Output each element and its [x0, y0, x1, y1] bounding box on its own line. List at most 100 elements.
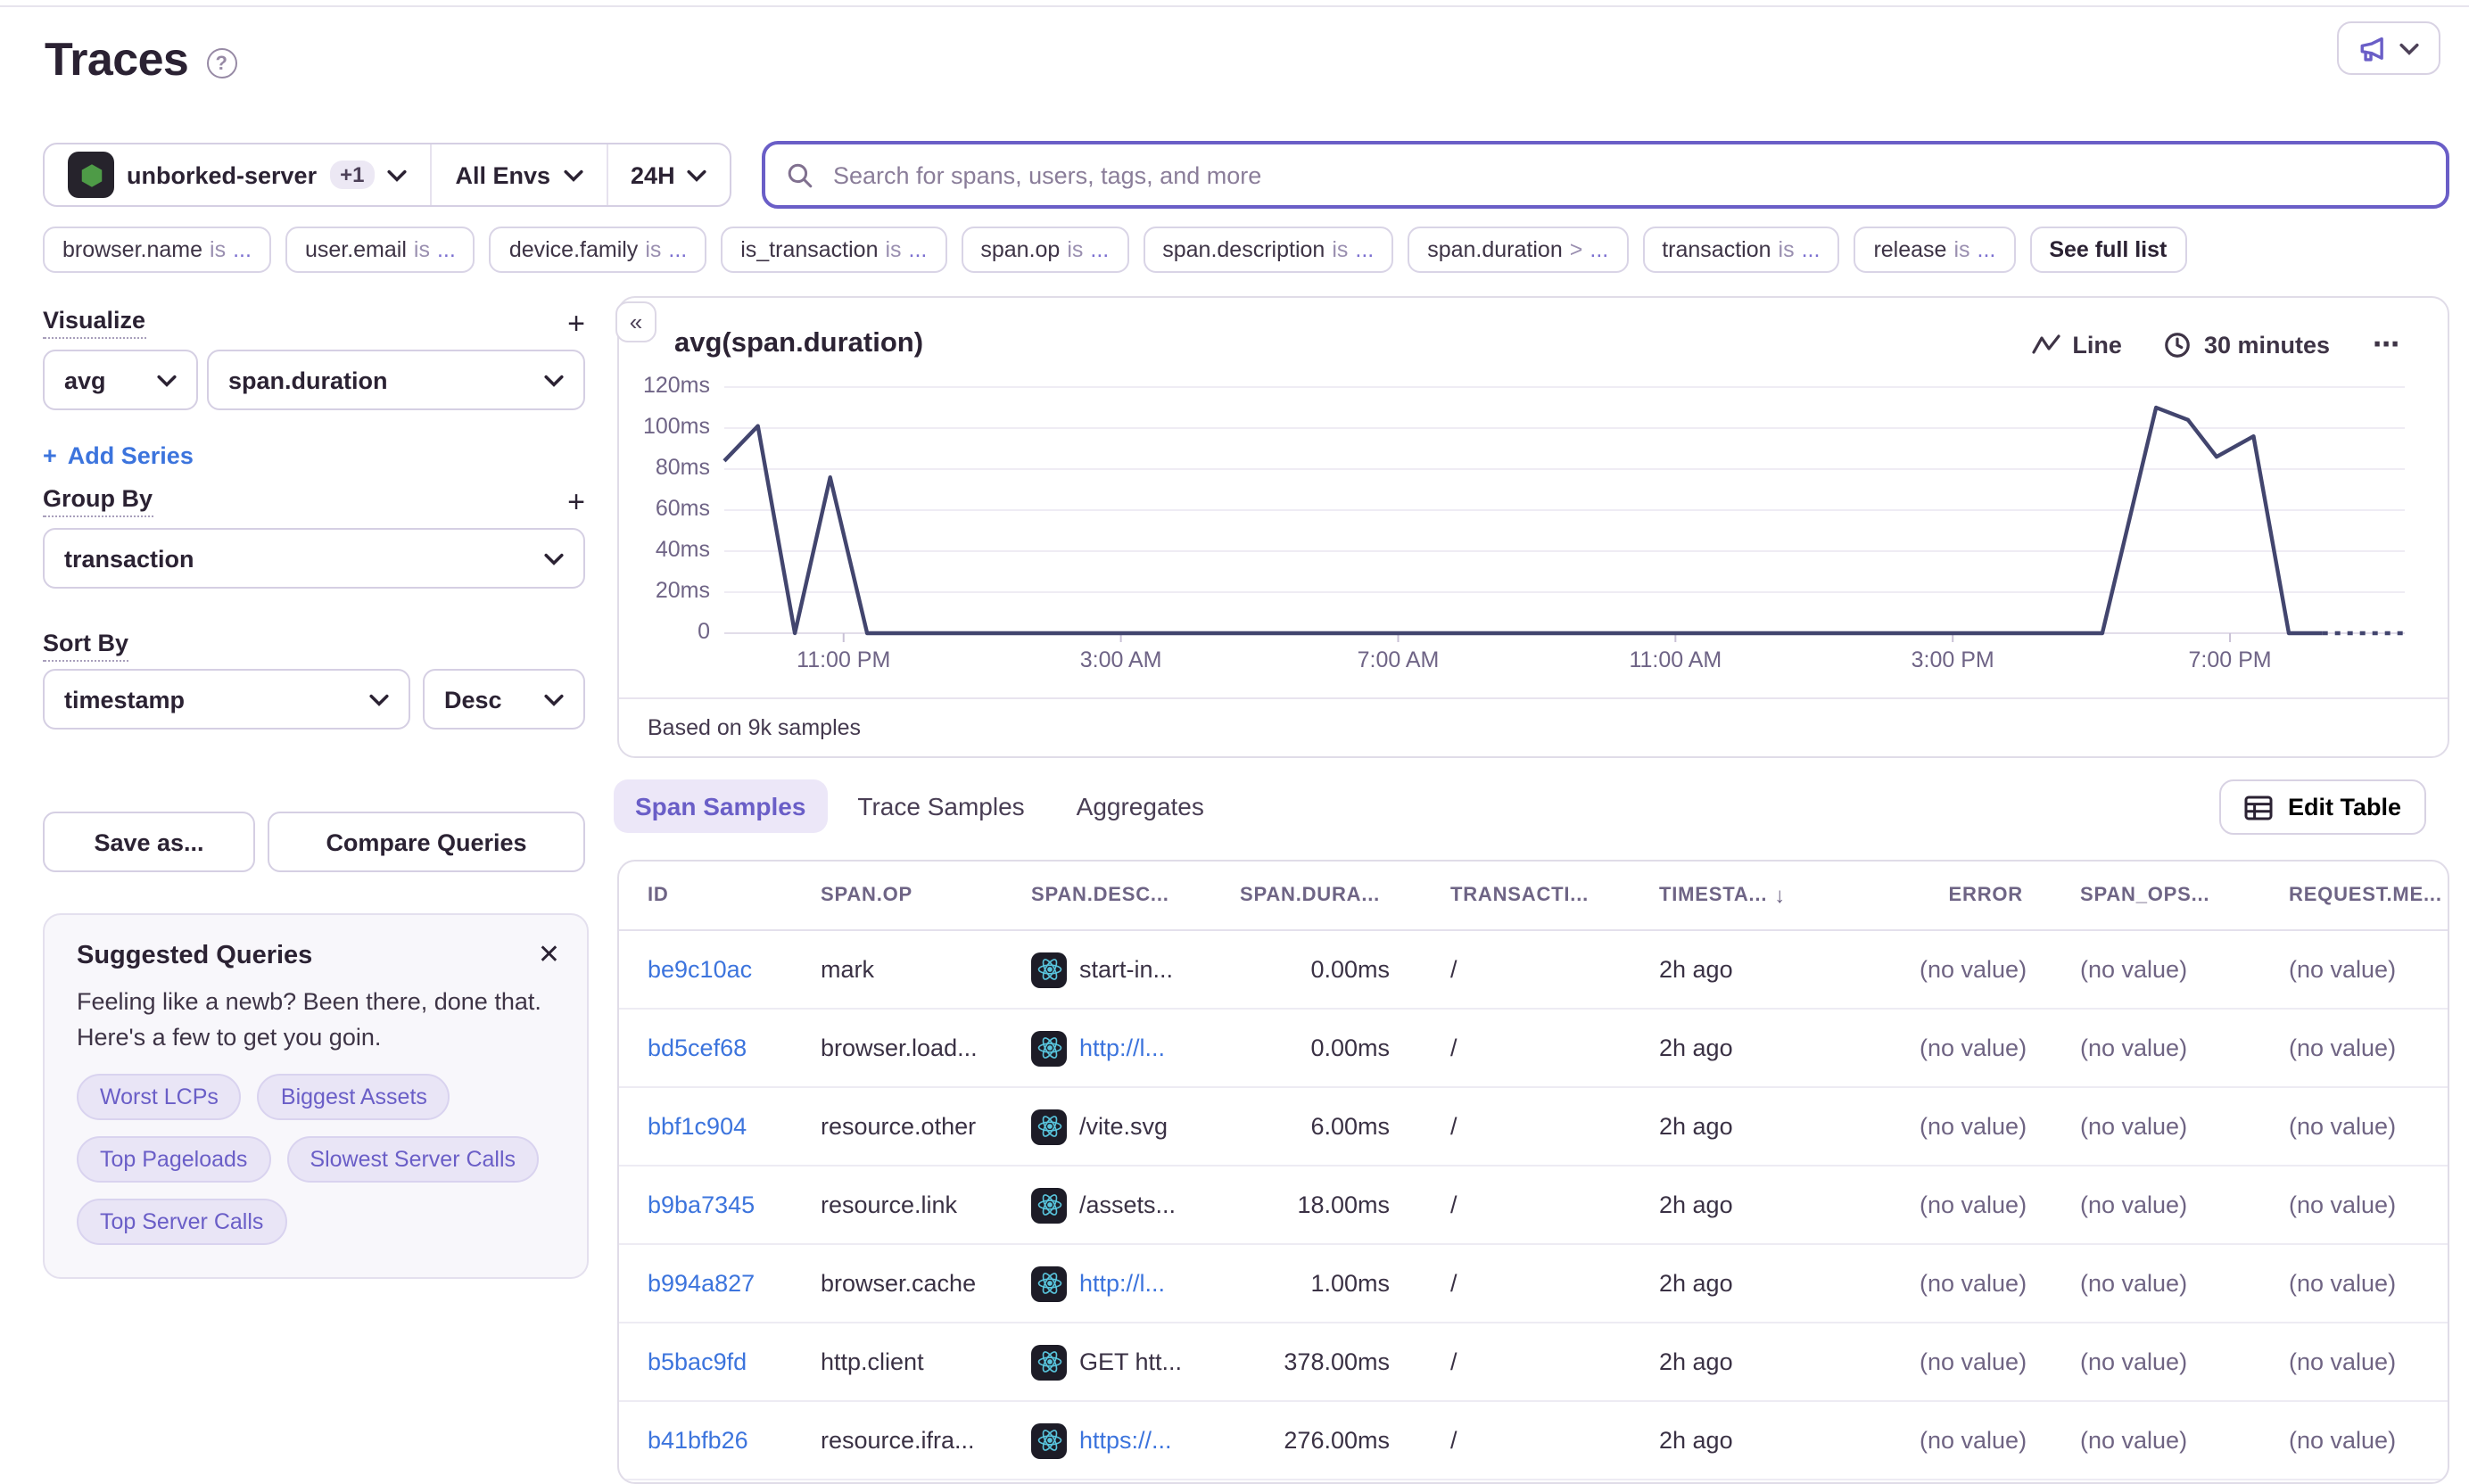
timestamp[interactable]: 2h ago — [1659, 1348, 1733, 1375]
sort-field-select[interactable]: timestamp — [43, 669, 410, 730]
timestamp[interactable]: 2h ago — [1659, 1191, 1733, 1218]
query-sidebar: Visualize + avg span.duration + Add Seri… — [43, 307, 585, 1279]
filter-chip[interactable]: device.family is ... — [490, 227, 706, 273]
chart-type-toggle[interactable]: Line — [2031, 331, 2122, 358]
search-bar[interactable] — [762, 141, 2449, 209]
x-axis-label: 7:00 PM — [2150, 647, 2310, 672]
y-axis-label: 0 — [698, 619, 710, 644]
span-id-link[interactable]: b994a827 — [648, 1270, 755, 1297]
tab-span-samples[interactable]: Span Samples — [614, 779, 827, 833]
span-description[interactable]: https://... — [1079, 1427, 1172, 1454]
column-header[interactable]: ERROR — [1891, 885, 2052, 906]
filter-chip[interactable]: browser.name is ... — [43, 227, 271, 273]
sample-count-note: Based on 9k samples — [619, 697, 2448, 756]
group-by-label: Group By — [43, 485, 153, 517]
filter-chip[interactable]: transaction is ... — [1642, 227, 1839, 273]
aggregate-select[interactable]: avg — [43, 350, 198, 410]
filter-chip[interactable]: release is ... — [1854, 227, 2015, 273]
add-visualize-icon[interactable]: + — [567, 308, 585, 338]
results-tabs: Span SamplesTrace SamplesAggregates — [614, 779, 1226, 833]
save-as-button[interactable]: Save as... — [43, 812, 255, 872]
span-samples-table: ID SPAN.OP SPAN.DESC... SPAN.DURA... TRA… — [617, 860, 2449, 1484]
table-header-row: ID SPAN.OP SPAN.DESC... SPAN.DURA... TRA… — [619, 862, 2448, 931]
span-id-link[interactable]: bd5cef68 — [648, 1035, 747, 1061]
suggested-query-chip[interactable]: Top Server Calls — [77, 1199, 286, 1245]
help-icon[interactable]: ? — [206, 48, 236, 78]
table-row-bbf1c904: bbf1c904 resource.other /vite.svg 6.00ms… — [619, 1088, 2448, 1167]
span-description[interactable]: /assets... — [1079, 1191, 1176, 1218]
y-axis-label: 40ms — [656, 537, 710, 562]
column-header[interactable]: SPAN.DESC... — [1003, 885, 1211, 906]
group-by-select[interactable]: transaction — [43, 528, 585, 589]
add-series-button[interactable]: + Add Series — [43, 439, 585, 471]
column-header[interactable]: ID — [619, 885, 792, 906]
span-id-link[interactable]: be9c10ac — [648, 956, 752, 983]
span-description[interactable]: /vite.svg — [1079, 1113, 1168, 1140]
filter-chip[interactable]: is_transaction is ... — [721, 227, 946, 273]
project-name: unborked-server — [127, 161, 317, 188]
x-axis-label: 3:00 AM — [1041, 647, 1201, 672]
x-axis-label: 7:00 AM — [1317, 647, 1478, 672]
column-header[interactable]: SPAN.OP — [792, 885, 1003, 906]
span-description[interactable]: http://l... — [1079, 1270, 1165, 1297]
whats-new-button[interactable] — [2337, 21, 2440, 75]
timestamp[interactable]: 2h ago — [1659, 1035, 1733, 1061]
suggested-query-chip[interactable]: Top Pageloads — [77, 1136, 270, 1183]
tab-trace-samples[interactable]: Trace Samples — [836, 779, 1045, 833]
timestamp[interactable]: 2h ago — [1659, 956, 1733, 983]
span-id-link[interactable]: b9ba7345 — [648, 1191, 755, 1218]
column-header[interactable]: SPAN.DURA... — [1211, 885, 1422, 906]
chart-title: avg(span.duration) — [674, 328, 923, 360]
edit-table-button[interactable]: Edit Table — [2220, 779, 2426, 835]
table-row-b994a827: b994a827 browser.cache http://l... 1.00m… — [619, 1245, 2448, 1323]
project-selector[interactable]: unborked-server +1 — [45, 144, 430, 205]
filter-chip[interactable]: span.op is ... — [961, 227, 1128, 273]
y-axis-label: 120ms — [643, 373, 710, 398]
suggested-query-chip[interactable]: Biggest Assets — [258, 1074, 450, 1120]
chart-legend: Line 30 minutes ⋯ — [2031, 328, 2401, 360]
sort-direction-select[interactable]: Desc — [423, 669, 585, 730]
search-input[interactable] — [830, 160, 2424, 190]
chart-menu-button[interactable]: ⋯ — [2373, 328, 2401, 360]
chevron-down-icon — [544, 693, 564, 705]
timestamp[interactable]: 2h ago — [1659, 1113, 1733, 1140]
span-id-link[interactable]: b5bac9fd — [648, 1348, 747, 1375]
column-header[interactable]: TRANSACTI... — [1422, 885, 1631, 906]
compare-queries-button[interactable]: Compare Queries — [268, 812, 585, 872]
timestamp[interactable]: 2h ago — [1659, 1270, 1733, 1297]
collapse-sidebar-button[interactable]: « — [615, 301, 656, 342]
react-icon — [1031, 1344, 1067, 1380]
span-description[interactable]: GET htt... — [1079, 1348, 1182, 1375]
tab-aggregates[interactable]: Aggregates — [1055, 779, 1226, 833]
close-icon[interactable]: ✕ — [538, 938, 560, 970]
add-group-by-icon[interactable]: + — [567, 486, 585, 516]
filter-chip[interactable]: span.description is ... — [1143, 227, 1393, 273]
span-description[interactable]: http://l... — [1079, 1035, 1165, 1061]
field-select[interactable]: span.duration — [207, 350, 585, 410]
timestamp[interactable]: 2h ago — [1659, 1427, 1733, 1454]
chart-panel: « avg(span.duration) Line 30 minutes ⋯ 0… — [617, 296, 2449, 758]
table-icon — [2245, 795, 2274, 820]
column-header[interactable]: TIMESTA... ↓ — [1631, 883, 1891, 908]
suggested-query-chip[interactable]: Slowest Server Calls — [286, 1136, 539, 1183]
span-description[interactable]: start-in... — [1079, 956, 1173, 983]
filter-chip[interactable]: span.duration > ... — [1408, 227, 1628, 273]
chevron-down-icon — [563, 169, 582, 181]
span-id-link[interactable]: bbf1c904 — [648, 1113, 747, 1140]
filter-chip[interactable]: user.email is ... — [285, 227, 475, 273]
page-filter-bar: unborked-server +1 All Envs 24H — [43, 143, 732, 207]
column-header[interactable]: REQUEST.ME... — [2260, 885, 2449, 906]
span-id-link[interactable]: b41bfb26 — [648, 1427, 748, 1454]
column-header[interactable]: SPAN_OPS... — [2052, 885, 2260, 906]
interval-selector[interactable]: 30 minutes — [2165, 331, 2330, 358]
react-icon — [1031, 952, 1067, 987]
date-range-selector[interactable]: 24H — [606, 144, 731, 205]
suggested-query-chip[interactable]: Worst LCPs — [77, 1074, 242, 1120]
environment-selector[interactable]: All Envs — [430, 144, 606, 205]
y-axis-label: 80ms — [656, 455, 710, 480]
suggested-queries-title: Suggested Queries — [77, 942, 555, 970]
chevron-down-icon — [369, 693, 389, 705]
see-full-list-button[interactable]: See full list — [2029, 227, 2186, 273]
x-axis-label: 3:00 PM — [1872, 647, 2033, 672]
page-title: Traces — [45, 32, 188, 87]
